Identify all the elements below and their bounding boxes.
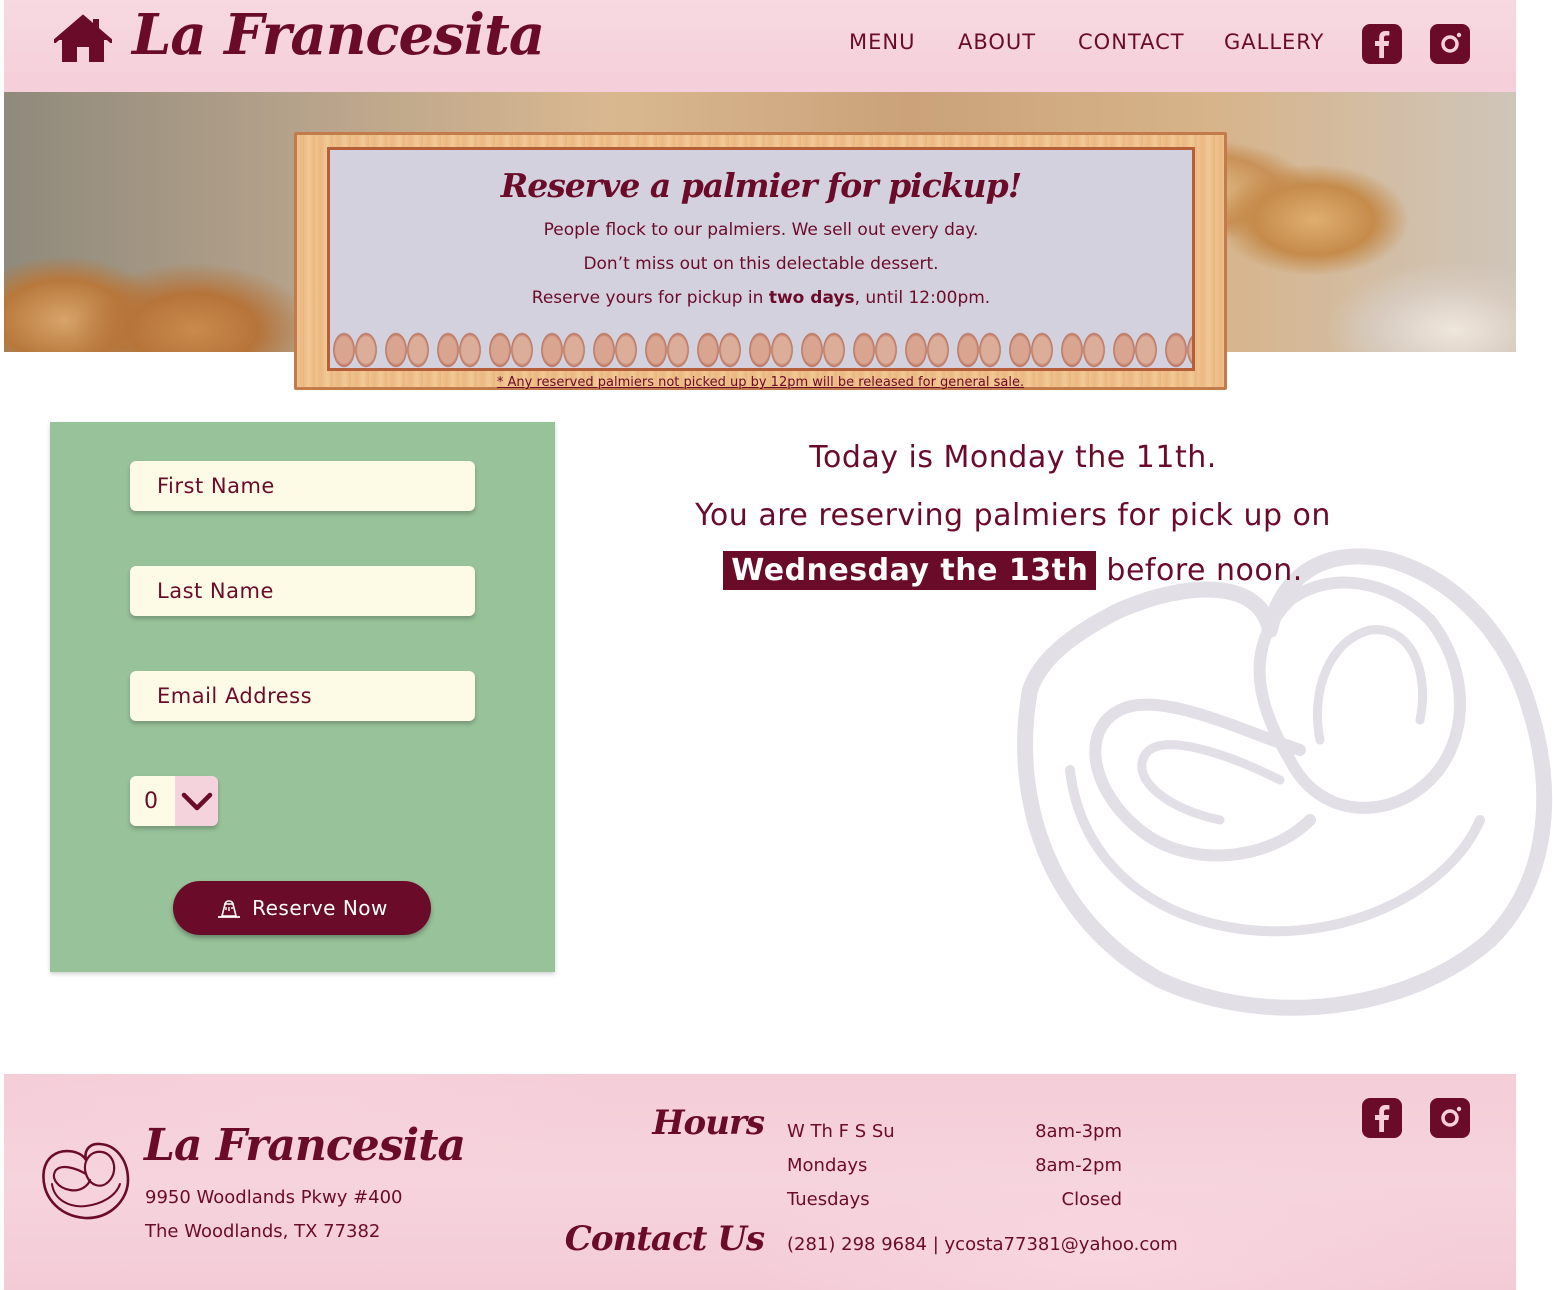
contact-info[interactable]: (281) 298 9684 | ycosta77381@yahoo.com [787, 1234, 1178, 1255]
facebook-icon[interactable] [1362, 24, 1402, 64]
email-input[interactable] [130, 671, 475, 721]
hours-days-2: Mondays [787, 1155, 868, 1176]
header-scallop-edge [4, 72, 1516, 94]
footer-instagram-icon[interactable] [1430, 1098, 1470, 1138]
footer-logo[interactable]: La Francesita [144, 1120, 466, 1171]
palmier-row-decoration [330, 324, 1192, 368]
reserve-board: Reserve a palmier for pickup! People flo… [294, 132, 1227, 390]
board-line-3-post: , until 12:00pm. [854, 288, 991, 308]
hours-heading: Hours [652, 1103, 765, 1143]
board-line-1: People flock to our palmiers. We sell ou… [543, 220, 979, 240]
pickup-line: Wednesday the 13th before noon. [600, 551, 1426, 590]
quantity-select[interactable]: 0 [130, 776, 218, 826]
hours-time-3: Closed [1061, 1189, 1122, 1210]
board-title: Reserve a palmier for pickup! [500, 166, 1022, 205]
nav-contact[interactable]: CONTACT [1078, 30, 1185, 54]
palmier-logo-icon [42, 1142, 130, 1220]
first-name-input[interactable] [130, 461, 475, 511]
chevron-down-icon[interactable] [175, 776, 218, 826]
contact-heading: Contact Us [564, 1219, 765, 1259]
quantity-value: 0 [130, 776, 175, 826]
site-logo[interactable]: La Francesita [132, 2, 545, 68]
palmier-watermark-icon [1017, 548, 1553, 1016]
last-name-input[interactable] [130, 566, 475, 616]
hours-time-2: 8am-2pm [1035, 1155, 1122, 1176]
before-noon-text: before noon. [1106, 553, 1303, 588]
footer-address-line-2: The Woodlands, TX 77382 [145, 1221, 381, 1242]
footer-address-line-1: 9950 Woodlands Pkwy #400 [145, 1187, 403, 1208]
hours-days-3: Tuesdays [787, 1189, 870, 1210]
reserve-now-button[interactable]: Reserve Now [173, 881, 431, 935]
pickup-date-highlight: Wednesday the 13th [723, 551, 1097, 590]
reserve-board-panel: Reserve a palmier for pickup! People flo… [327, 147, 1195, 371]
board-line-3-bold: two days [768, 288, 855, 308]
board-line-3: Reserve yours for pickup in two days, un… [330, 288, 1192, 308]
nav-menu[interactable]: MENU [849, 30, 915, 54]
footer-facebook-icon[interactable] [1362, 1098, 1402, 1138]
today-text: Today is Monday the 11th. [809, 440, 1217, 475]
instagram-icon[interactable] [1430, 24, 1470, 64]
nav-gallery[interactable]: GALLERY [1224, 30, 1324, 54]
reservation-form: 0 Reserve Now [50, 422, 555, 972]
board-line-3-pre: Reserve yours for pickup in [531, 288, 769, 308]
hours-time-1: 8am-3pm [1035, 1121, 1122, 1142]
nav-about[interactable]: ABOUT [958, 30, 1036, 54]
flan-icon [218, 900, 241, 918]
home-icon[interactable] [54, 14, 112, 64]
board-line-2: Don’t miss out on this delectable desser… [583, 254, 939, 274]
reserving-text: You are reserving palmiers for pick up o… [695, 498, 1331, 533]
hours-days-1: W Th F S Su [787, 1121, 895, 1142]
reserve-now-label: Reserve Now [252, 896, 388, 920]
board-note: * Any reserved palmiers not picked up by… [496, 375, 1025, 390]
